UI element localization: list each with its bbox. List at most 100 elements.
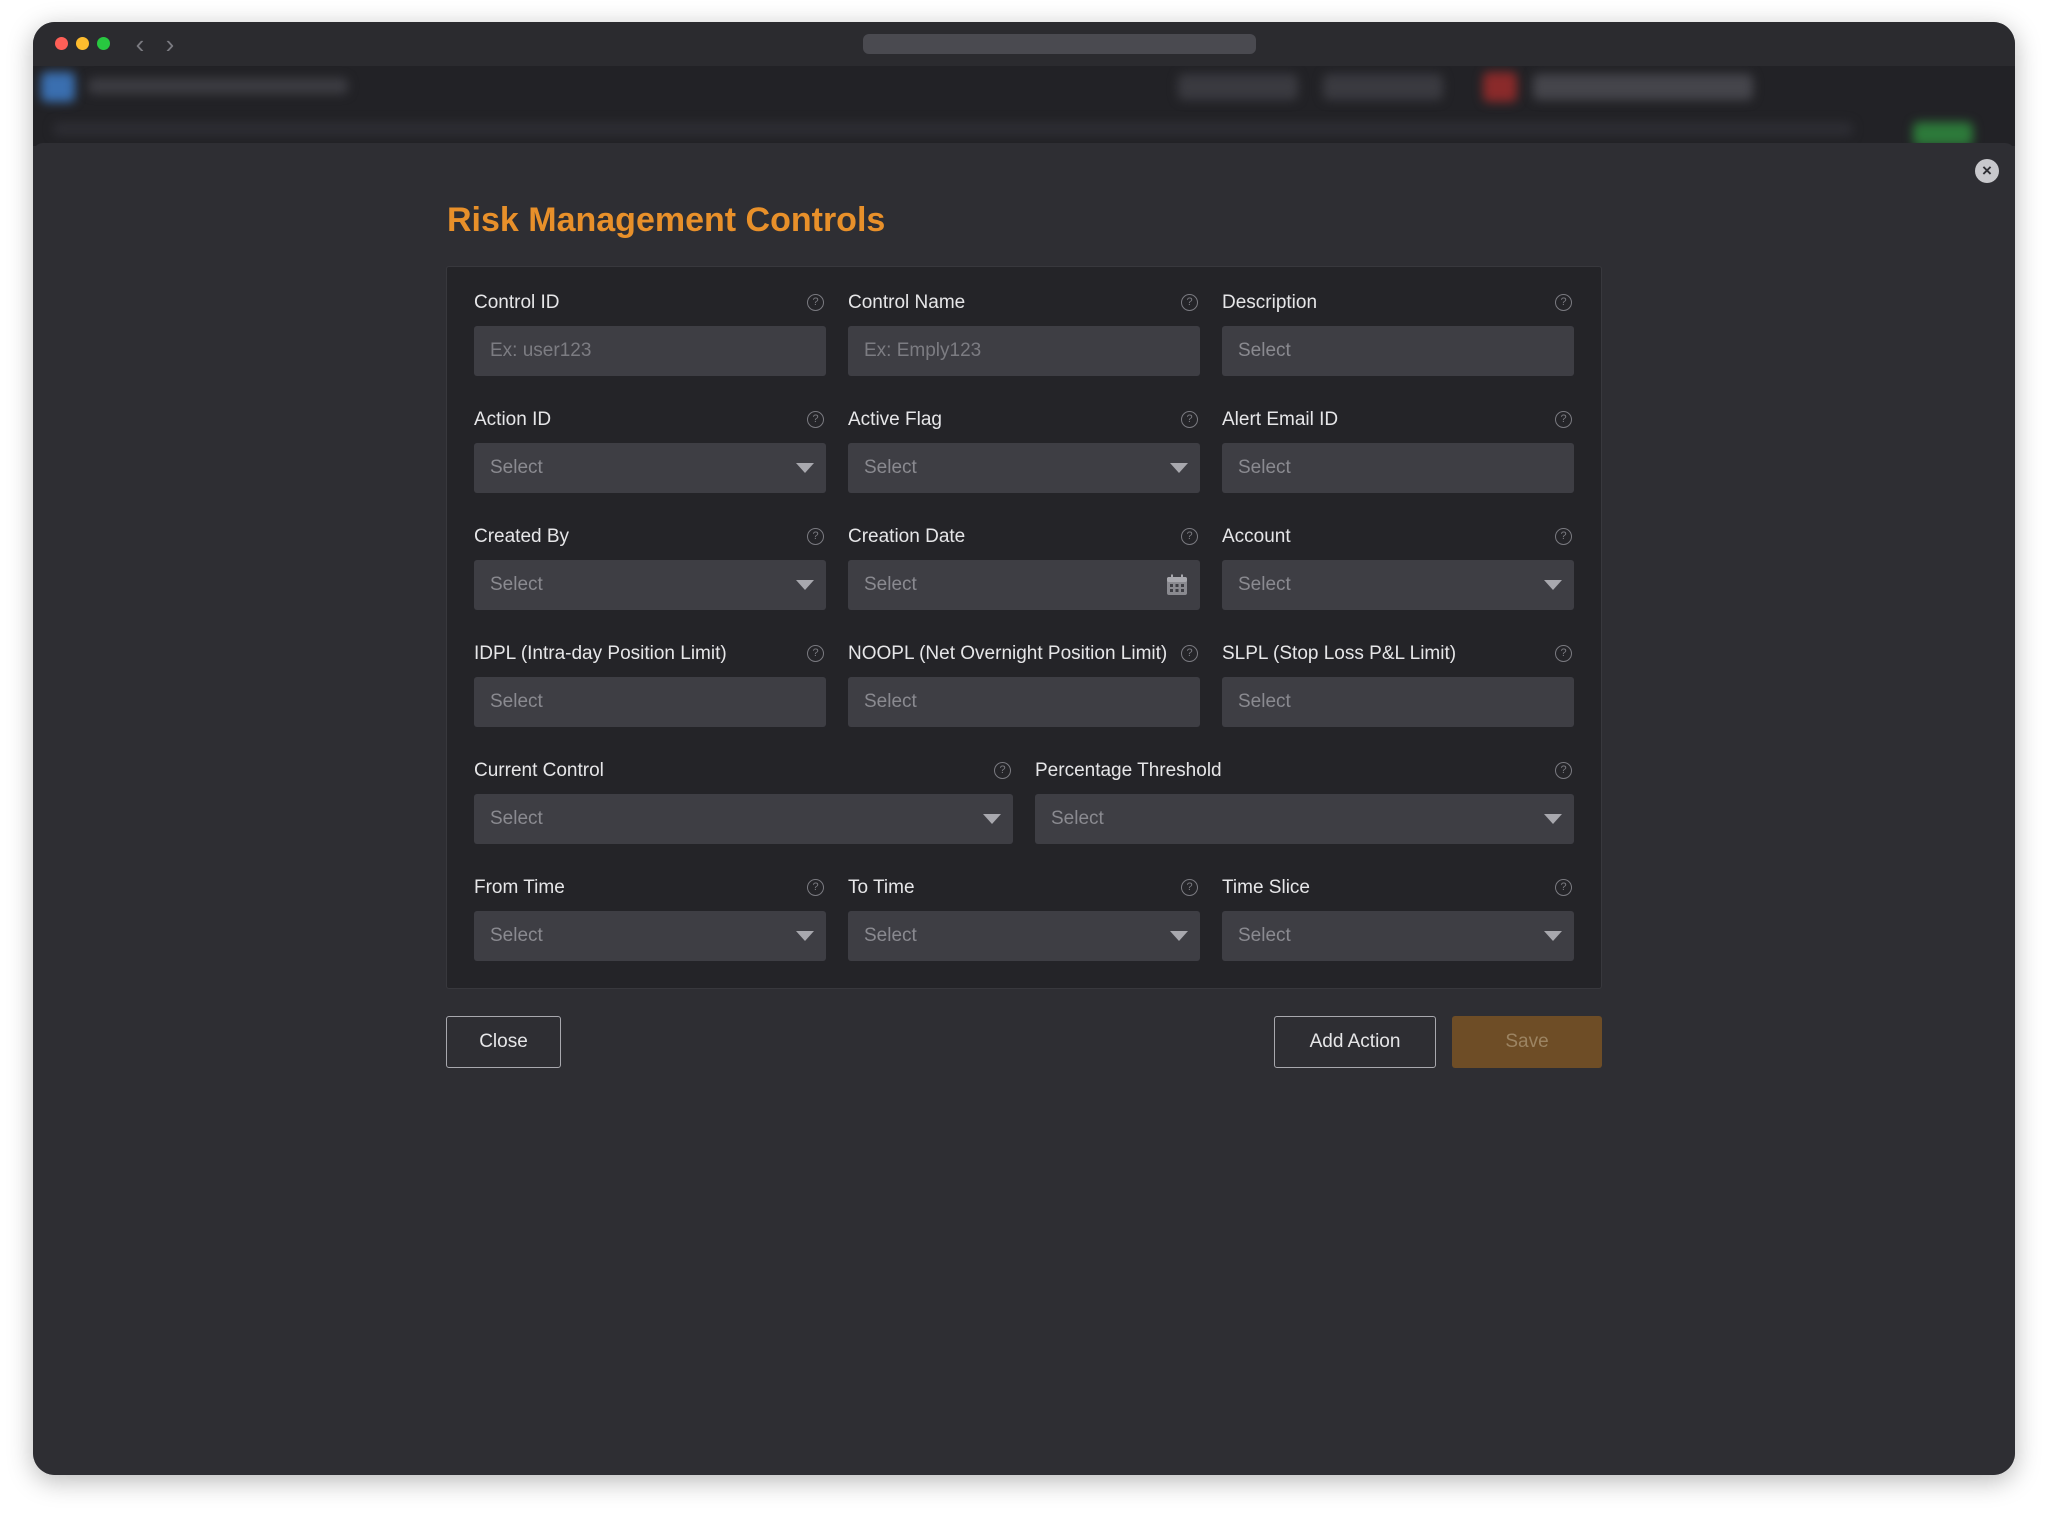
to-time-select[interactable]: Select bbox=[848, 911, 1200, 961]
address-bar[interactable] bbox=[863, 34, 1256, 54]
add-action-button[interactable]: Add Action bbox=[1274, 1016, 1436, 1068]
background-row bbox=[53, 122, 1853, 136]
percentage-threshold-field: Percentage Threshold ? Select bbox=[1035, 760, 1574, 856]
to-time-field: To Time ? Select bbox=[848, 877, 1200, 973]
close-button[interactable]: Close bbox=[446, 1016, 561, 1068]
from-time-field: From Time ? Select bbox=[474, 877, 826, 973]
forward-arrow-icon[interactable]: › bbox=[159, 31, 181, 57]
control-name-label: Control Name bbox=[848, 292, 966, 313]
background-logo bbox=[41, 72, 75, 102]
percentage-threshold-select[interactable]: Select bbox=[1035, 794, 1574, 844]
time-slice-label: Time Slice bbox=[1222, 877, 1310, 898]
help-icon[interactable]: ? bbox=[807, 294, 824, 311]
close-window-button[interactable] bbox=[55, 37, 68, 50]
current-control-label: Current Control bbox=[474, 760, 604, 781]
help-icon[interactable]: ? bbox=[1555, 528, 1572, 545]
alert-email-id-field: Alert Email ID ? Select bbox=[1222, 409, 1574, 505]
calendar-icon[interactable] bbox=[1166, 574, 1188, 596]
chevron-down-icon[interactable] bbox=[1170, 931, 1188, 941]
form-panel: Control ID ? Control Name ? Description … bbox=[446, 266, 1602, 989]
to-time-label: To Time bbox=[848, 877, 915, 898]
description-field: Description ? Select bbox=[1222, 292, 1574, 388]
account-field: Account ? Select bbox=[1222, 526, 1574, 622]
percentage-threshold-label: Percentage Threshold bbox=[1035, 760, 1222, 781]
control-id-input[interactable] bbox=[474, 326, 826, 376]
current-control-field: Current Control ? Select bbox=[474, 760, 1013, 856]
background-toolbar bbox=[1323, 74, 1443, 100]
page-title: Risk Management Controls bbox=[447, 201, 886, 239]
account-label: Account bbox=[1222, 526, 1291, 547]
risk-controls-modal: × Risk Management Controls Control ID ? … bbox=[33, 143, 2015, 1475]
idpl-field: IDPL (Intra-day Position Limit) ? Select bbox=[474, 643, 826, 739]
help-icon[interactable]: ? bbox=[1555, 762, 1572, 779]
alert-email-id-label: Alert Email ID bbox=[1222, 409, 1339, 430]
help-icon[interactable]: ? bbox=[1555, 294, 1572, 311]
help-icon[interactable]: ? bbox=[1181, 879, 1198, 896]
control-name-input[interactable] bbox=[848, 326, 1200, 376]
help-icon[interactable]: ? bbox=[1181, 528, 1198, 545]
help-icon[interactable]: ? bbox=[807, 879, 824, 896]
creation-date-input[interactable]: Select bbox=[848, 560, 1200, 610]
background-toolbar bbox=[1178, 74, 1298, 100]
slpl-field: SLPL (Stop Loss P&L Limit) ? Select bbox=[1222, 643, 1574, 739]
account-select[interactable]: Select bbox=[1222, 560, 1574, 610]
control-id-field: Control ID ? bbox=[474, 292, 826, 388]
created-by-field: Created By ? Select bbox=[474, 526, 826, 622]
action-id-label: Action ID bbox=[474, 409, 552, 430]
slpl-input[interactable]: Select bbox=[1222, 677, 1574, 727]
slpl-label: SLPL (Stop Loss P&L Limit) bbox=[1222, 643, 1457, 664]
background-app bbox=[33, 66, 2015, 146]
help-icon[interactable]: ? bbox=[1181, 294, 1198, 311]
background-alert bbox=[1483, 72, 1517, 102]
help-icon[interactable]: ? bbox=[807, 528, 824, 545]
idpl-label: IDPL (Intra-day Position Limit) bbox=[474, 643, 727, 664]
control-id-label: Control ID bbox=[474, 292, 560, 313]
creation-date-label: Creation Date bbox=[848, 526, 966, 547]
chevron-down-icon[interactable] bbox=[1170, 463, 1188, 473]
time-slice-select[interactable]: Select bbox=[1222, 911, 1574, 961]
close-icon[interactable]: × bbox=[1975, 159, 1999, 183]
active-flag-select[interactable]: Select bbox=[848, 443, 1200, 493]
action-id-field: Action ID ? Select bbox=[474, 409, 826, 505]
time-slice-field: Time Slice ? Select bbox=[1222, 877, 1574, 973]
noopl-field: NOOPL (Net Overnight Position Limit) ? S… bbox=[848, 643, 1200, 739]
from-time-select[interactable]: Select bbox=[474, 911, 826, 961]
help-icon[interactable]: ? bbox=[1555, 879, 1572, 896]
maximize-window-button[interactable] bbox=[97, 37, 110, 50]
title-bar: ‹ › bbox=[33, 22, 2015, 66]
save-button[interactable]: Save bbox=[1452, 1016, 1602, 1068]
help-icon[interactable]: ? bbox=[1555, 645, 1572, 662]
created-by-label: Created By bbox=[474, 526, 570, 547]
chevron-down-icon[interactable] bbox=[796, 580, 814, 590]
created-by-select[interactable]: Select bbox=[474, 560, 826, 610]
noopl-input[interactable]: Select bbox=[848, 677, 1200, 727]
minimize-window-button[interactable] bbox=[76, 37, 89, 50]
chevron-down-icon[interactable] bbox=[796, 931, 814, 941]
background-title bbox=[88, 78, 348, 94]
back-arrow-icon[interactable]: ‹ bbox=[129, 31, 151, 57]
chevron-down-icon[interactable] bbox=[1544, 814, 1562, 824]
description-input[interactable]: Select bbox=[1222, 326, 1574, 376]
browser-window: ‹ › × Risk Management Controls Control I… bbox=[33, 22, 2015, 1475]
action-id-select[interactable]: Select bbox=[474, 443, 826, 493]
idpl-input[interactable]: Select bbox=[474, 677, 826, 727]
chevron-down-icon[interactable] bbox=[1544, 931, 1562, 941]
description-label: Description bbox=[1222, 292, 1318, 313]
active-flag-label: Active Flag bbox=[848, 409, 942, 430]
help-icon[interactable]: ? bbox=[1555, 411, 1572, 428]
chevron-down-icon[interactable] bbox=[796, 463, 814, 473]
from-time-label: From Time bbox=[474, 877, 565, 898]
help-icon[interactable]: ? bbox=[994, 762, 1011, 779]
help-icon[interactable]: ? bbox=[1181, 411, 1198, 428]
help-icon[interactable]: ? bbox=[807, 411, 824, 428]
noopl-label: NOOPL (Net Overnight Position Limit) bbox=[848, 643, 1168, 664]
current-control-select[interactable]: Select bbox=[474, 794, 1013, 844]
chevron-down-icon[interactable] bbox=[983, 814, 1001, 824]
creation-date-field: Creation Date ? Select bbox=[848, 526, 1200, 622]
active-flag-field: Active Flag ? Select bbox=[848, 409, 1200, 505]
chevron-down-icon[interactable] bbox=[1544, 580, 1562, 590]
background-toolbar bbox=[1533, 74, 1753, 100]
help-icon[interactable]: ? bbox=[1181, 645, 1198, 662]
alert-email-id-input[interactable]: Select bbox=[1222, 443, 1574, 493]
help-icon[interactable]: ? bbox=[807, 645, 824, 662]
